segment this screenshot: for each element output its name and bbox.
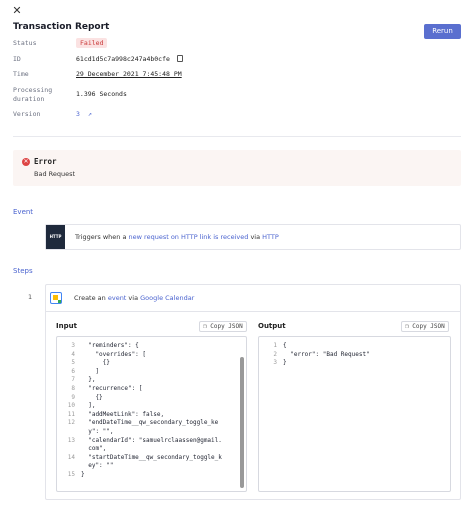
code-text: "reminders": { <box>81 342 139 349</box>
event-card: HTTP Triggers when a new request on HTTP… <box>45 224 461 250</box>
output-code-panel[interactable]: 1{2 "error": "Bad Request" 3} <box>258 336 451 492</box>
event-text-prefix: Triggers when a <box>75 233 129 241</box>
code-text: ], <box>81 402 96 410</box>
event-section-label: Event <box>13 208 34 216</box>
code-line: 3} <box>259 358 287 367</box>
input-label: Input <box>56 322 77 330</box>
code-text: } <box>283 359 287 367</box>
version-link[interactable]: 3 ↗ <box>76 110 92 118</box>
input-scrollbar[interactable] <box>240 357 244 488</box>
code-text: {} <box>81 359 110 367</box>
code-text: "error": "Bad Request" <box>283 350 370 358</box>
output-label: Output <box>258 322 286 330</box>
step-text-prefix: Create an <box>74 294 108 302</box>
steps-section-label: Steps <box>13 267 33 275</box>
code-text: "addMeetLink": false, <box>81 410 165 418</box>
event-description: Triggers when a new request on HTTP link… <box>75 233 279 241</box>
step-app-link[interactable]: Google Calendar <box>140 294 194 302</box>
code-text: { <box>283 342 287 349</box>
copy-output-label: Copy JSON <box>412 323 445 330</box>
step-header: Create an event via Google Calendar <box>46 285 460 312</box>
status-label: Status <box>13 39 37 47</box>
id-text: 61cd1d5c7a998c247a4b0cfe <box>76 55 170 63</box>
id-label: ID <box>13 55 21 63</box>
step-action-link[interactable]: event <box>108 294 127 302</box>
event-text-mid: via <box>248 233 263 241</box>
rerun-button[interactable]: Rerun <box>424 24 461 39</box>
step-number: 1 <box>28 293 33 301</box>
copy-icon: ❐ <box>203 323 207 330</box>
status-badge: Failed <box>76 38 108 48</box>
line-number: 15 <box>67 471 75 478</box>
step-card: Create an event via Google Calendar Inpu… <box>45 284 461 500</box>
id-value: 61cd1d5c7a998c247a4b0cfe <box>76 55 183 63</box>
error-message: Bad Request <box>34 170 76 178</box>
duration-label-1: Processing <box>13 86 53 94</box>
copy-output-button[interactable]: ❐ Copy JSON <box>401 321 449 332</box>
error-banner: ✕ Error Bad Request <box>13 150 461 186</box>
code-text: "endDateTime__qw_secondary_toggle_ke <box>81 419 219 427</box>
time-label: Time <box>13 70 29 78</box>
input-code-panel[interactable]: 3 "reminders": {4 "overrides": [5 {} 6 ] 7… <box>56 336 247 492</box>
divider <box>13 136 461 137</box>
google-calendar-icon <box>50 292 62 304</box>
version-label: Version <box>13 110 41 118</box>
code-text: ey": "" <box>81 462 114 470</box>
close-icon[interactable]: ✕ <box>11 5 23 17</box>
code-text: } <box>81 471 85 478</box>
page-title: Transaction Report <box>13 22 110 32</box>
step-description: Create an event via Google Calendar <box>74 294 194 302</box>
http-logo-icon: HTTP <box>46 225 65 249</box>
code-text: }, <box>81 376 96 384</box>
duration-label-2: duration <box>13 95 45 103</box>
time-value[interactable]: 29 December 2021 7:45:48 PM <box>76 70 182 78</box>
copy-icon[interactable] <box>176 55 183 62</box>
code-text: "calendarId": "samuelrclaassen@gmail. <box>81 436 222 444</box>
code-text: "startDateTime__qw_secondary_toggle_k <box>81 453 222 461</box>
version-value[interactable]: 3 <box>76 110 80 118</box>
code-text: "recurrence": [ <box>81 385 143 392</box>
copy-input-label: Copy JSON <box>210 323 243 330</box>
code-line: 15} <box>57 470 85 479</box>
copy-input-button[interactable]: ❐ Copy JSON <box>199 321 247 332</box>
event-app-link[interactable]: HTTP <box>262 233 279 241</box>
error-icon: ✕ <box>22 158 30 166</box>
copy-icon: ❐ <box>405 323 409 330</box>
code-text: "overrides": [ <box>81 350 147 358</box>
code-text: com", <box>81 445 107 453</box>
code-text: y": "", <box>81 428 114 435</box>
event-trigger-link[interactable]: new request on HTTP link is received <box>129 233 249 241</box>
external-link-icon[interactable]: ↗ <box>88 110 92 118</box>
step-text-mid: via <box>126 294 141 302</box>
code-text: ] <box>81 367 100 375</box>
line-number: 3 <box>273 359 277 367</box>
code-text: {} <box>81 393 103 401</box>
error-title: Error <box>34 157 57 166</box>
duration-value: 1.396 Seconds <box>76 90 127 98</box>
